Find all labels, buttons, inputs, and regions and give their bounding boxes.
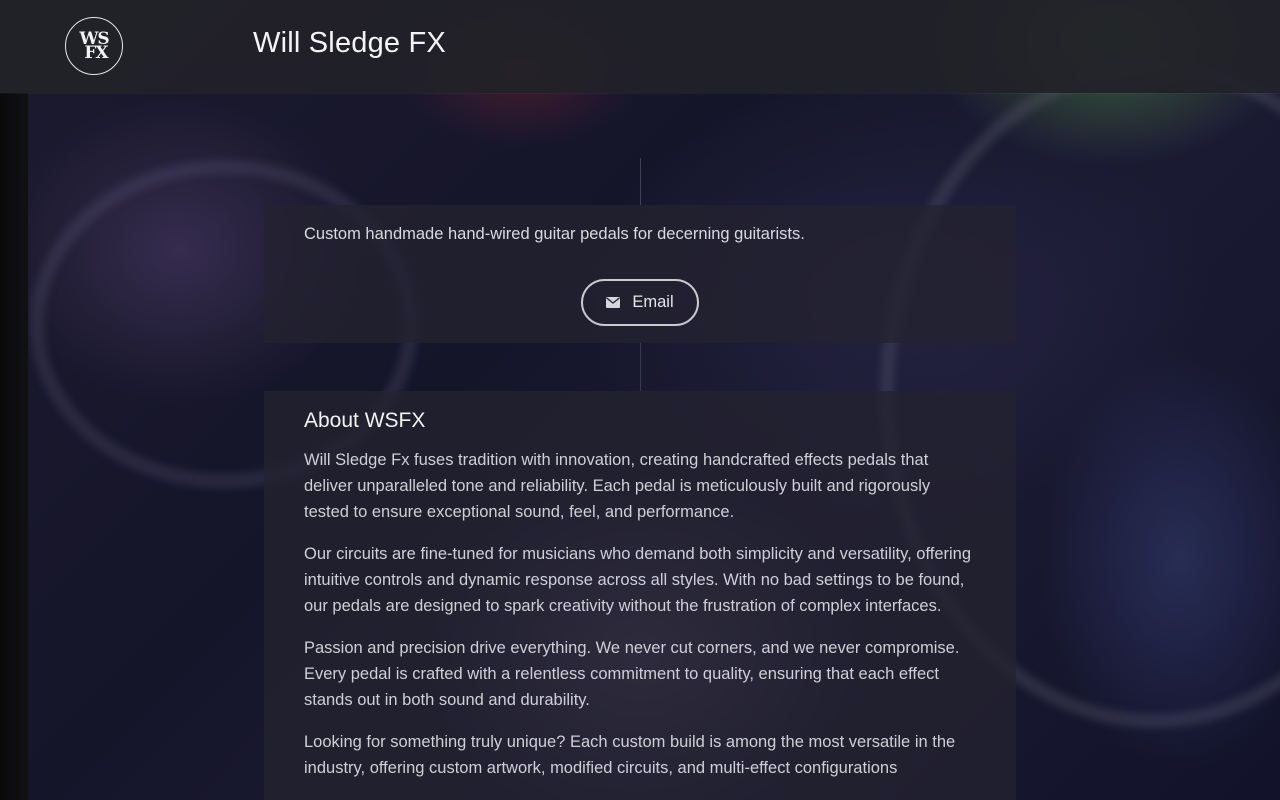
about-paragraph: Looking for something truly unique? Each…: [304, 733, 956, 777]
background-edge: [0, 93, 28, 800]
background-divider: [640, 343, 641, 391]
hero-card: Custom handmade hand-wired guitar pedals…: [264, 205, 1016, 343]
about-paragraph: Our circuits are fine-tuned for musician…: [304, 545, 972, 615]
about-paragraph: Will Sledge Fx fuses tradition with inno…: [304, 451, 931, 521]
tagline: Custom handmade hand-wired guitar pedals…: [304, 225, 805, 243]
site-header: WS FX Will Sledge FX: [0, 0, 1280, 93]
email-button-label: Email: [632, 293, 674, 311]
site-title[interactable]: Will Sledge FX: [253, 27, 446, 60]
background-divider: [640, 158, 641, 205]
about-paragraph: Passion and precision drive everything. …: [304, 639, 960, 709]
about-section: About WSFX Will Sledge Fx fuses traditio…: [264, 391, 1016, 800]
logo-text-bottom: FX: [84, 43, 108, 63]
email-button[interactable]: Email: [581, 279, 699, 326]
wsfx-logo[interactable]: WS FX: [65, 17, 123, 75]
envelope-icon: [606, 297, 621, 308]
about-heading: About WSFX: [304, 409, 426, 432]
